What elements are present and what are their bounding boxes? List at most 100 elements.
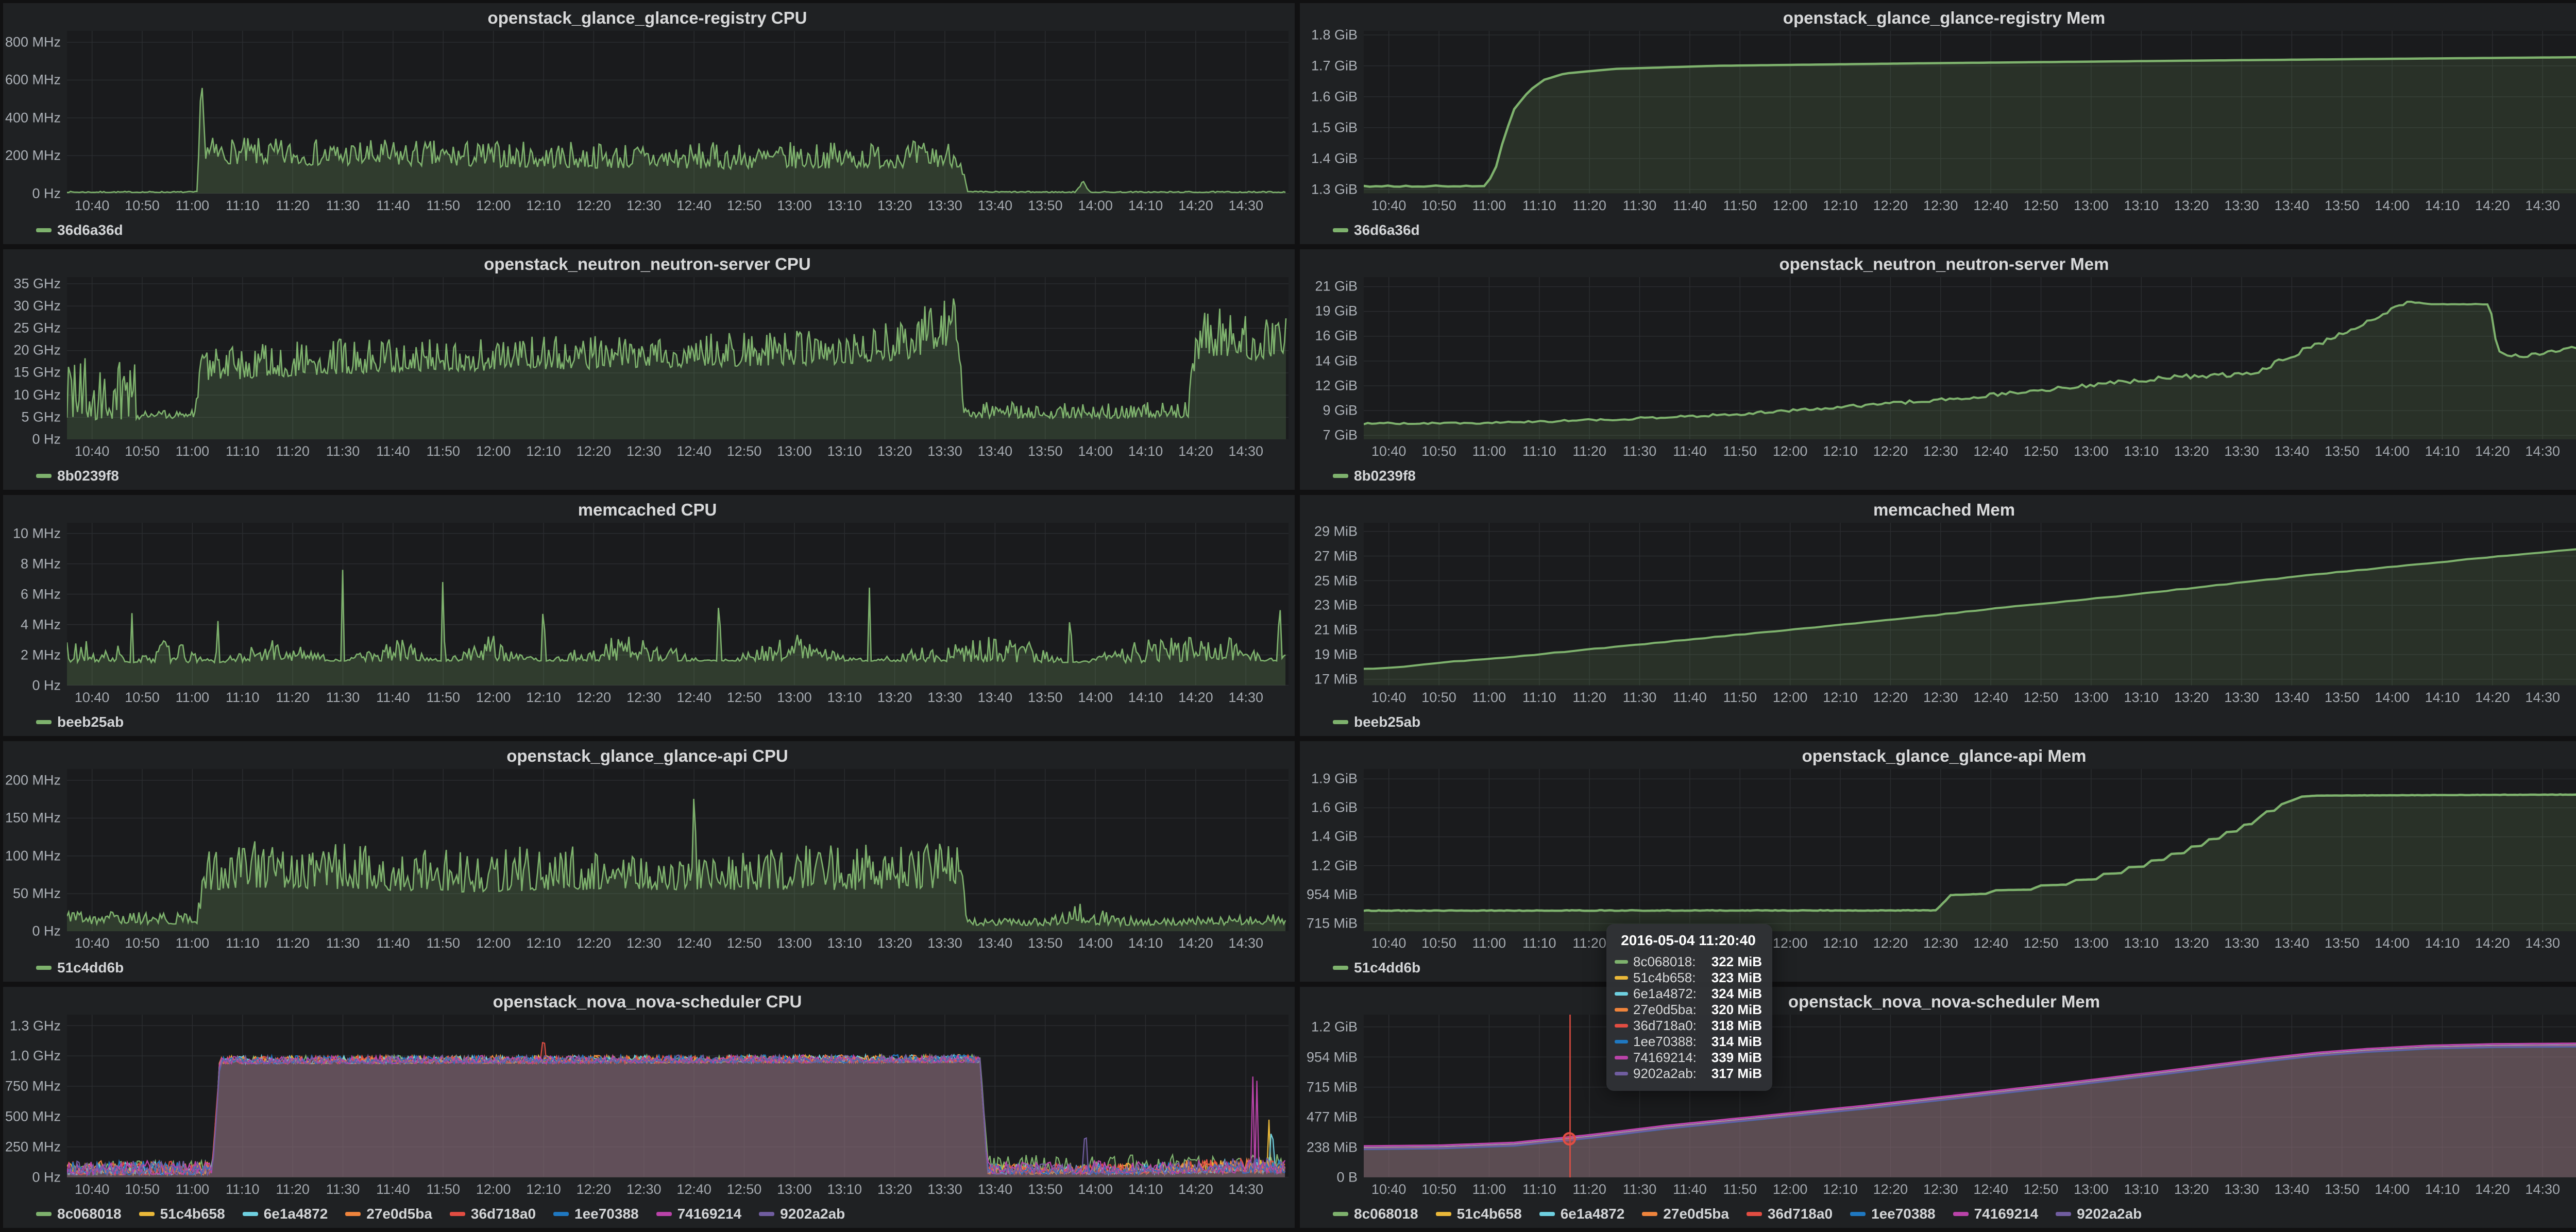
y-axis-label: 15 GHz: [13, 365, 61, 381]
legend-item-6e1a4872[interactable]: 6e1a4872: [243, 1206, 328, 1222]
tooltip-color-icon: [1615, 1040, 1628, 1043]
legend-item-36d6a36d[interactable]: 36d6a36d: [36, 222, 123, 238]
plot-area[interactable]: [1364, 277, 2576, 440]
x-axis-label: 13:00: [777, 198, 812, 214]
x-axis-label: 13:20: [2174, 935, 2209, 951]
plot-area[interactable]: [1364, 523, 2576, 686]
panel-title[interactable]: openstack_neutron_neutron-server CPU: [6, 251, 1289, 277]
legend-item-beeb25ab[interactable]: beeb25ab: [1333, 714, 1420, 730]
x-axis-label: 13:30: [927, 1182, 962, 1197]
panel-title[interactable]: memcached CPU: [6, 497, 1289, 523]
y-axis-label: 1.0 GHz: [10, 1048, 61, 1064]
y-axis-label: 1.3 GHz: [10, 1018, 61, 1034]
x-axis-label: 12:30: [626, 198, 662, 214]
legend-item-51c4dd6b[interactable]: 51c4dd6b: [1333, 960, 1420, 976]
legend-item-74169214[interactable]: 74169214: [1953, 1206, 2039, 1222]
legend-item-51c4dd6b[interactable]: 51c4dd6b: [36, 960, 124, 976]
legend-item-9202a2ab[interactable]: 9202a2ab: [759, 1206, 845, 1222]
x-axis-label: 13:10: [2124, 198, 2159, 214]
x-axis-label: 14:20: [2475, 198, 2510, 214]
legend-series-name: 9202a2ab: [2077, 1206, 2142, 1222]
panel-openstack-nova-nova-scheduler-cpu: openstack_nova_nova-scheduler CPU 1.3 GHz…: [3, 987, 1295, 1228]
tooltip-row: 6e1a4872:324 MiB: [1615, 986, 1762, 1002]
panel-title[interactable]: openstack_glance_glance-registry Mem: [1303, 5, 2576, 31]
plot-area[interactable]: [1364, 1015, 2576, 1177]
legend-item-51c4b658[interactable]: 51c4b658: [1436, 1206, 1522, 1222]
legend-item-36d718a0[interactable]: 36d718a0: [1747, 1206, 1833, 1222]
x-axis-label: 11:50: [427, 1182, 461, 1197]
x-axis-label: 11:40: [1673, 443, 1707, 459]
x-axis-label: 13:40: [2275, 935, 2310, 951]
legend-item-8b0239f8[interactable]: 8b0239f8: [1333, 468, 1416, 484]
x-axis-label: 12:00: [476, 198, 511, 214]
legend-series-name: 51c4b658: [1457, 1206, 1522, 1222]
tooltip-color-icon: [1615, 1072, 1628, 1075]
x-axis-label: 12:30: [1923, 690, 1958, 706]
panel-title[interactable]: openstack_glance_glance-api CPU: [6, 743, 1289, 769]
plot-area[interactable]: [67, 277, 1289, 440]
legend-item-36d6a36d[interactable]: 36d6a36d: [1333, 222, 1420, 238]
tooltip-series-name: 51c4b658:: [1633, 970, 1706, 986]
y-axis-label: 5 GHz: [21, 409, 61, 425]
y-axis-label: 600 MHz: [5, 72, 61, 88]
legend-item-8c068018[interactable]: 8c068018: [36, 1206, 122, 1222]
x-axis-label: 13:00: [2074, 935, 2109, 951]
x-axis-label: 14:00: [2375, 443, 2410, 459]
x-axis-label: 11:20: [1572, 690, 1606, 706]
x-axis-label: 13:30: [927, 198, 962, 214]
tooltip-row: 1ee70388:314 MiB: [1615, 1034, 1762, 1050]
legend-item-6e1a4872[interactable]: 6e1a4872: [1539, 1206, 1625, 1222]
plot-area[interactable]: [1364, 31, 2576, 194]
x-axis-label: 11:50: [1723, 443, 1757, 459]
x-axis: 10:4010:5011:0011:1011:2011:3011:4011:50…: [1364, 686, 2576, 709]
legend-item-beeb25ab[interactable]: beeb25ab: [36, 714, 124, 730]
x-axis-label: 12:20: [577, 443, 612, 459]
x-axis-label: 12:10: [526, 935, 561, 951]
tooltip-series-name: 36d718a0:: [1633, 1018, 1706, 1034]
x-axis-label: 11:40: [376, 1182, 410, 1197]
plot-area[interactable]: [1364, 769, 2576, 932]
x-axis-label: 11:30: [1623, 1182, 1657, 1197]
graph-tooltip: 2016-05-04 11:20:40 8c068018:322 MiB51c4…: [1606, 924, 1772, 1091]
legend-item-9202a2ab[interactable]: 9202a2ab: [2056, 1206, 2142, 1222]
y-axis-label: 27 MiB: [1314, 548, 1358, 564]
plot-area[interactable]: [67, 31, 1289, 194]
legend-item-1ee70388[interactable]: 1ee70388: [1850, 1206, 1936, 1222]
legend-item-27e0d5ba[interactable]: 27e0d5ba: [345, 1206, 432, 1222]
y-axis-label: 500 MHz: [5, 1109, 61, 1125]
x-axis-label: 10:50: [1421, 198, 1456, 214]
legend: 8b0239f8: [6, 463, 1289, 489]
x-axis-label: 11:40: [1673, 1182, 1707, 1197]
x-axis-label: 12:30: [626, 690, 662, 706]
legend: 51c4dd6b: [1303, 955, 2576, 981]
x-axis-label: 14:30: [1228, 443, 1263, 459]
panel-title[interactable]: openstack_neutron_neutron-server Mem: [1303, 251, 2576, 277]
panel-title[interactable]: openstack_glance_glance-registry CPU: [6, 5, 1289, 31]
legend-series-name: 6e1a4872: [1561, 1206, 1625, 1222]
y-axis: 1.9 GiB1.6 GiB1.4 GiB1.2 GiB954 MiB715 M…: [1303, 769, 1364, 932]
panel-title[interactable]: memcached Mem: [1303, 497, 2576, 523]
x-axis-label: 13:50: [1028, 198, 1063, 214]
legend-color-icon: [36, 966, 52, 970]
x-axis-label: 10:40: [75, 1182, 110, 1197]
legend-item-8c068018[interactable]: 8c068018: [1333, 1206, 1418, 1222]
y-axis-label: 1.8 GiB: [1311, 27, 1358, 43]
panel-title[interactable]: openstack_nova_nova-scheduler CPU: [6, 989, 1289, 1015]
x-axis-label: 12:00: [476, 690, 511, 706]
legend-item-8b0239f8[interactable]: 8b0239f8: [36, 468, 119, 484]
panel-openstack-glance-glance-api-cpu: openstack_glance_glance-api CPU200 MHz15…: [3, 741, 1295, 982]
x-axis-label: 13:50: [1028, 935, 1063, 951]
panel-title[interactable]: openstack_glance_glance-api Mem: [1303, 743, 2576, 769]
panel-title[interactable]: openstack_nova_nova-scheduler Mem: [1303, 989, 2576, 1015]
legend-item-51c4b658[interactable]: 51c4b658: [139, 1206, 225, 1222]
plot-area[interactable]: [67, 769, 1289, 932]
tooltip-series-name: 6e1a4872:: [1633, 986, 1706, 1002]
plot-area[interactable]: [67, 1015, 1289, 1177]
legend-item-1ee70388[interactable]: 1ee70388: [553, 1206, 639, 1222]
plot-area[interactable]: [67, 523, 1289, 686]
legend-item-27e0d5ba[interactable]: 27e0d5ba: [1642, 1206, 1729, 1222]
legend-item-36d718a0[interactable]: 36d718a0: [450, 1206, 536, 1222]
panel-openstack-glance-glance-registry-cpu: openstack_glance_glance-registry CPU800 …: [3, 3, 1295, 244]
y-axis-label: 29 MiB: [1314, 523, 1358, 539]
legend-item-74169214[interactable]: 74169214: [656, 1206, 742, 1222]
